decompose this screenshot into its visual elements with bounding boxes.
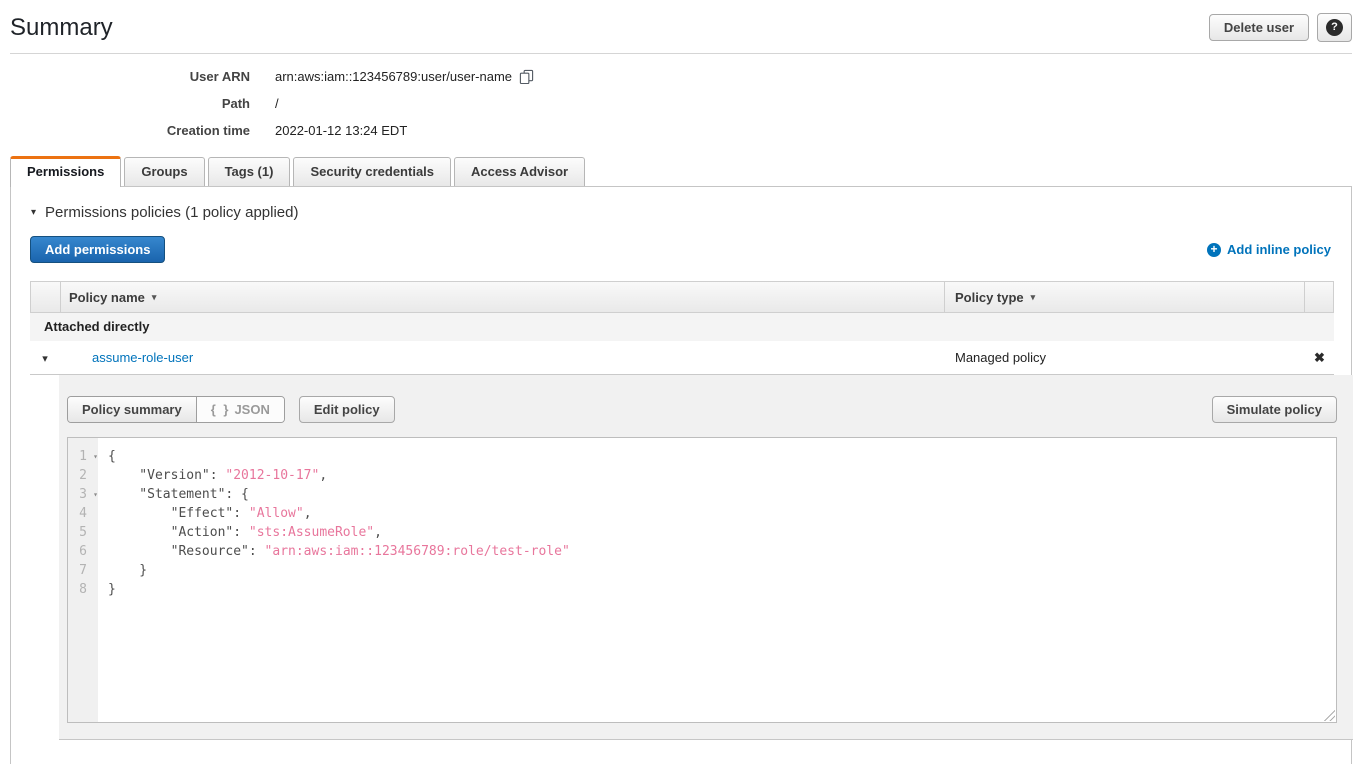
iam-user-summary-page: Summary Delete user ? User ARN arn:aws:i…	[0, 0, 1362, 766]
user-arn-value: arn:aws:iam::123456789:user/user-name	[275, 69, 534, 84]
tab-access-advisor[interactable]: Access Advisor	[454, 157, 585, 186]
braces-icon: { }	[211, 402, 231, 417]
attached-directly-group-row: Attached directly	[30, 313, 1334, 341]
policy-table-row: ▾ assume-role-user Managed policy ✖	[30, 341, 1334, 375]
help-icon: ?	[1326, 19, 1343, 36]
add-inline-policy-label: Add inline policy	[1227, 242, 1331, 257]
help-button[interactable]: ?	[1317, 13, 1352, 42]
policy-view-toggle: Policy summary { }JSON	[67, 396, 285, 423]
json-button-label: JSON	[234, 402, 269, 417]
actions-column-header	[1304, 282, 1333, 312]
fold-caret-icon[interactable]: ▾	[93, 485, 98, 504]
row-expander[interactable]: ▾	[30, 350, 60, 365]
policy-name-link[interactable]: assume-role-user	[92, 350, 193, 365]
policy-summary-button[interactable]: Policy summary	[68, 397, 196, 422]
permissions-policies-title: Permissions policies (1 policy applied)	[45, 204, 298, 221]
add-permissions-button[interactable]: Add permissions	[30, 236, 165, 263]
policy-detail-panel: Policy summary { }JSON Edit policy Simul…	[59, 375, 1353, 740]
add-inline-policy-link[interactable]: + Add inline policy	[1207, 242, 1331, 257]
json-view-button[interactable]: { }JSON	[196, 397, 284, 422]
policy-type-column-header[interactable]: Policy type ▾	[944, 282, 1304, 312]
code-line: "Version": "2012-10-17",	[108, 466, 1336, 485]
path-row: Path /	[0, 90, 1362, 117]
policy-name-column-header[interactable]: Policy name ▾	[61, 282, 944, 312]
policy-type-cell: Managed policy	[945, 350, 1305, 365]
policies-table-header: Policy name ▾ Policy type ▾	[30, 281, 1334, 313]
code-line: "Statement": {	[108, 485, 1336, 504]
permissions-tab-panel: ▾ Permissions policies (1 policy applied…	[10, 186, 1352, 764]
fold-caret-icon[interactable]: ▾	[93, 447, 98, 466]
gutter-line-number: 5	[68, 523, 98, 542]
creation-time-label: Creation time	[0, 123, 250, 138]
editor-content[interactable]: { "Version": "2012-10-17", "Statement": …	[98, 438, 1336, 722]
gutter-line-number: 3▾	[68, 485, 98, 504]
policy-type-header-label: Policy type	[955, 290, 1024, 305]
permissions-policies-section-header[interactable]: ▾ Permissions policies (1 policy applied…	[11, 187, 1351, 221]
user-arn-label: User ARN	[0, 69, 250, 84]
remove-policy-icon[interactable]: ✖	[1314, 350, 1325, 365]
creation-time-row: Creation time 2022-01-12 13:24 EDT	[0, 117, 1362, 144]
delete-user-button[interactable]: Delete user	[1209, 14, 1309, 41]
disclosure-caret-icon: ▾	[31, 207, 36, 218]
policy-json-editor: 1▾23▾45678 { "Version": "2012-10-17", "S…	[67, 437, 1337, 723]
user-arn-text: arn:aws:iam::123456789:user/user-name	[275, 69, 512, 84]
code-line: }	[108, 561, 1336, 580]
tab-tags[interactable]: Tags (1)	[208, 157, 291, 186]
policy-actions-row: Add permissions + Add inline policy	[11, 221, 1351, 263]
edit-policy-button[interactable]: Edit policy	[299, 396, 395, 423]
path-label: Path	[0, 96, 250, 111]
gutter-line-number: 7	[68, 561, 98, 580]
code-line: "Action": "sts:AssumeRole",	[108, 523, 1336, 542]
policy-detail-toolbar: Policy summary { }JSON Edit policy Simul…	[67, 396, 1337, 423]
gutter-line-number: 2	[68, 466, 98, 485]
simulate-policy-button[interactable]: Simulate policy	[1212, 396, 1337, 423]
gutter-line-number: 8	[68, 580, 98, 599]
expand-caret-icon: ▾	[42, 353, 48, 365]
header-actions: Delete user ?	[1209, 13, 1352, 42]
tab-permissions[interactable]: Permissions	[10, 156, 121, 187]
code-line: "Resource": "arn:aws:iam::123456789:role…	[108, 542, 1336, 561]
gutter-line-number: 1▾	[68, 447, 98, 466]
policy-name-header-label: Policy name	[69, 290, 145, 305]
policy-name-cell: assume-role-user	[60, 350, 945, 365]
user-arn-row: User ARN arn:aws:iam::123456789:user/use…	[0, 63, 1362, 90]
expander-column-header	[31, 282, 61, 312]
copy-icon[interactable]	[519, 69, 534, 84]
editor-gutter: 1▾23▾45678	[68, 438, 98, 722]
tab-security-credentials[interactable]: Security credentials	[293, 157, 451, 186]
page-title: Summary	[10, 14, 113, 42]
page-header: Summary Delete user ?	[0, 0, 1362, 53]
user-info-section: User ARN arn:aws:iam::123456789:user/use…	[0, 54, 1362, 156]
path-value: /	[275, 96, 279, 111]
policies-table: Policy name ▾ Policy type ▾ Attached dir…	[30, 281, 1334, 740]
plus-icon: +	[1207, 243, 1221, 257]
gutter-line-number: 6	[68, 542, 98, 561]
code-line: }	[108, 580, 1336, 599]
sort-caret-icon: ▾	[1031, 292, 1036, 303]
policy-actions-cell: ✖	[1305, 350, 1334, 366]
sort-caret-icon: ▾	[152, 292, 157, 303]
code-line: "Effect": "Allow",	[108, 504, 1336, 523]
code-line: {	[108, 447, 1336, 466]
creation-time-value: 2022-01-12 13:24 EDT	[275, 123, 407, 138]
tab-strip: Permissions Groups Tags (1) Security cre…	[10, 156, 1352, 186]
tab-groups[interactable]: Groups	[124, 157, 204, 186]
policy-view-buttons: Policy summary { }JSON Edit policy	[67, 396, 395, 423]
gutter-line-number: 4	[68, 504, 98, 523]
